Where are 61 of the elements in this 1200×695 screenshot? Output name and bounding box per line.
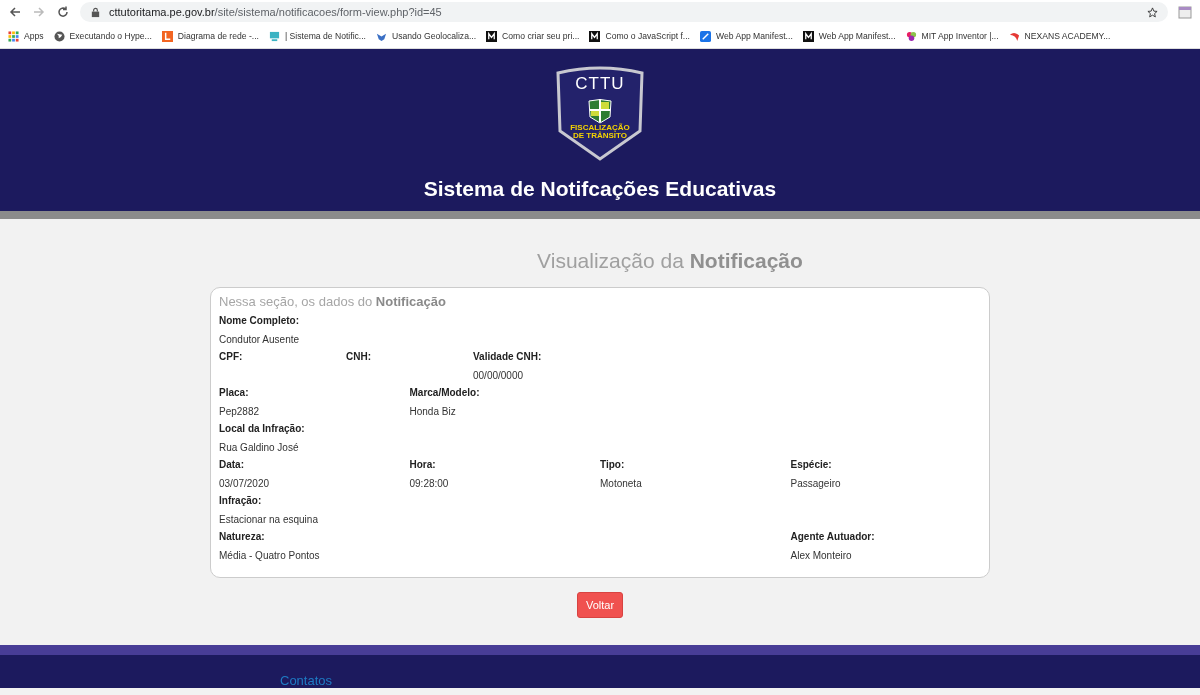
apps-grid-icon: [8, 30, 19, 42]
field-value: Honda Biz: [409, 406, 456, 417]
field-value: 03/07/2020: [219, 478, 270, 489]
lock-icon: [90, 6, 101, 18]
field-label: Data:: [219, 459, 244, 470]
bookmark-item[interactable]: Como criar seu pri...: [486, 30, 580, 42]
field-value: 09:28:00: [409, 478, 449, 489]
field-label: Tipo:: [600, 459, 625, 470]
l-letter-tile-icon: [161, 30, 173, 42]
field-value: Rua Galdino José: [219, 442, 299, 453]
field-label: Hora:: [409, 459, 436, 470]
colorful-blocks-icon: [905, 30, 917, 42]
field-label: Validade CNH:: [473, 351, 542, 362]
field-label: CPF:: [219, 351, 243, 362]
field-label: Espécie:: [790, 459, 832, 470]
calendar-icon[interactable]: [1178, 5, 1192, 19]
url-path: /site/sistema/notificacoes/form-view.php?id=45: [214, 6, 442, 18]
pencil-icon: [700, 30, 711, 42]
page-title: Visualização da Notificação: [537, 249, 803, 273]
bookmark-item[interactable]: Web App Manifest...: [700, 30, 793, 42]
bookmark-item[interactable]: MIT App Inventor |...: [905, 30, 999, 42]
contacts-link[interactable]: Contatos: [280, 673, 333, 688]
bookmark-item[interactable]: Usando Geolocaliza...: [376, 30, 477, 42]
field-value: Média - Quatro Pontos: [219, 550, 320, 561]
bookmark-item[interactable]: Web App Manifest...: [802, 30, 896, 42]
field-value: 00/00/0000: [473, 370, 524, 381]
field-value: Estacionar na esquina: [219, 514, 318, 525]
address-bar[interactable]: cttutoritama.pe.gov.br/site/sistema/notificacoes/form-view.php?id=45: [80, 2, 1168, 22]
m-logo-icon: [486, 30, 498, 42]
swoosh-icon: [1008, 30, 1020, 42]
card-subtitle: Nessa seção, os dados do Notificação: [219, 294, 447, 309]
bookmark-item[interactable]: | Sistema de Notific...: [268, 30, 366, 42]
field-value: Alex Monteiro: [790, 550, 852, 561]
field-label: CNH:: [346, 351, 371, 362]
field-value: Passageiro: [790, 478, 841, 489]
back-arrow-icon[interactable]: [8, 5, 22, 19]
field-value: Motoneta: [600, 478, 642, 489]
bookmark-item[interactable]: Apps: [8, 30, 44, 42]
field-label: Placa:: [219, 387, 249, 398]
logo-text: CTTU: [575, 74, 625, 94]
m-logo-icon: [589, 30, 601, 42]
field-label: Nome Completo:: [219, 315, 299, 326]
site-title: Sistema de Notifcações Educativas: [423, 177, 777, 201]
bookmark-item[interactable]: NEXANS ACADEMY...: [1008, 30, 1111, 42]
url-host: cttutoritama.pe.gov.br: [109, 6, 215, 18]
field-value: Pep2882: [219, 406, 260, 417]
monitor-icon: [268, 30, 280, 42]
m-logo-icon: [802, 30, 814, 42]
star-icon[interactable]: [1147, 6, 1158, 18]
back-button[interactable]: Voltar: [576, 592, 624, 618]
field-label: Infração:: [219, 495, 262, 506]
bookmark-item[interactable]: Executando o Hype...: [53, 30, 152, 42]
bookmark-item[interactable]: Como o JavaScript f...: [589, 30, 690, 42]
field-label: Local da Infração:: [219, 423, 305, 434]
bookmark-item[interactable]: Diagrama de rede -...: [161, 30, 259, 42]
field-value: Condutor Ausente: [219, 334, 300, 345]
logo-caption: FISCALIZAÇÃO DE TRÂNSITO: [569, 124, 631, 141]
field-label: Natureza:: [219, 531, 265, 542]
field-label: Agente Autuador:: [790, 531, 875, 542]
field-label: Marca/Modelo:: [409, 387, 480, 398]
reload-icon[interactable]: [56, 5, 70, 19]
